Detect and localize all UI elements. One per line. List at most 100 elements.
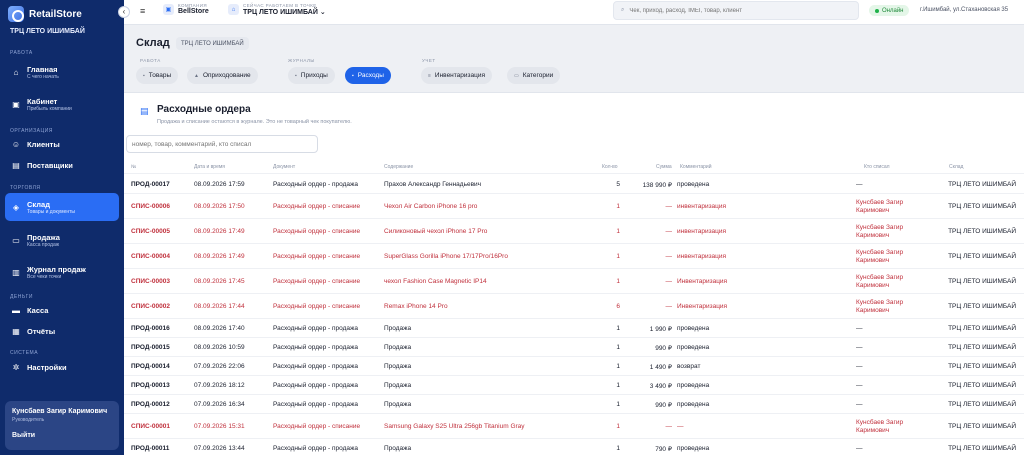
company-selector[interactable]: ▣ КОМПАНИЯ BellStore [163,3,209,15]
sidebar-item-cabinet[interactable]: ▣ Кабинет Прибыль компании [5,93,119,115]
cell-store: ТРЦ ЛЕТО ИШИМБАЙ [948,363,1016,370]
sidebar-item-reports[interactable]: ▦ Отчёты [5,324,119,338]
sidebar-item-suppliers[interactable]: ▤ Поставщики [5,158,119,172]
column-header[interactable]: Кто списал [864,164,890,170]
sidebar-item-home[interactable]: ⌂ Главная С чего начать [5,61,119,83]
column-header[interactable]: Склад [949,164,963,170]
global-search[interactable]: ⌕ [613,1,859,20]
column-header[interactable]: Сумма [656,164,672,170]
cell-number[interactable]: ПРОД-00012 [131,401,170,408]
cell-number[interactable]: СПИС-00006 [131,203,170,210]
cell-number[interactable]: ПРОД-00015 [131,344,170,351]
company-name: BellStore [178,8,209,15]
tab-outgoing[interactable]: ▪ Расходы [345,67,391,84]
cell-quantity: 1 [616,363,620,370]
column-header[interactable]: Содержание [384,164,413,170]
cell-store: ТРЦ ЛЕТО ИШИМБАЙ [948,344,1016,351]
sidebar-item-title: Продажа [27,232,60,242]
table-row[interactable]: ПРОД-00015 08.09.2026 10:59 Расходный орде… [124,338,1024,357]
cell-number[interactable]: СПИС-00001 [131,423,170,430]
cell-number[interactable]: СПИС-00003 [131,278,170,285]
cell-comment: проведена [677,382,710,389]
table-row[interactable]: ПРОД-00017 08.09.2026 17:59 Расходный орде… [124,175,1024,194]
global-search-input[interactable] [629,7,850,14]
cell-sum: — [665,228,673,235]
tab-label: Приходы [300,72,328,79]
table-row[interactable]: ПРОД-00016 08.09.2026 17:40 Расходный орде… [124,319,1024,338]
tab-goods[interactable]: ▪ Товары [136,67,179,84]
cell-number[interactable]: СПИС-00004 [131,253,170,260]
tab-inventory[interactable]: ≡ Инвентаризация [421,67,493,84]
cell-quantity: 1 [616,228,620,235]
tab-categories[interactable]: ▭ Категории [507,67,561,84]
sidebar-item-settings[interactable]: ✲ Настройки [5,360,119,374]
column-header[interactable]: Дата и время [194,164,225,170]
column-header[interactable]: Документ [273,164,295,170]
cell-sum: 790 ₽ [655,446,672,453]
cell-number[interactable]: ПРОД-00016 [131,325,170,332]
cell-date: 08.09.2026 17:49 [194,228,245,235]
point-selector[interactable]: ⌂ СЕЙЧАС РАБОТАЕМ В ТОЧКЕ ТРЦ ЛЕТО ИШИМБА… [228,3,326,16]
cell-number[interactable]: СПИС-00002 [131,303,170,310]
logout-button[interactable]: Выйти [12,432,112,439]
tab-label: Категории [522,72,554,79]
cell-content: Remax iPhone 14 Pro [384,303,448,310]
cell-sum: 990 ₽ [655,345,672,352]
cell-store: ТРЦ ЛЕТО ИШИМБАЙ [948,445,1016,452]
cell-number[interactable]: ПРОД-00013 [131,382,170,389]
filter-input[interactable] [126,135,318,153]
cell-comment: проведена [677,344,710,351]
cell-date: 08.09.2026 17:45 [194,278,245,285]
table-row[interactable]: ПРОД-00011 07.09.2026 13:44 Расходный орде… [124,439,1024,455]
cell-quantity: 6 [616,303,620,310]
column-header[interactable]: Комментарий [680,164,712,170]
cell-content: Продажа [384,344,412,351]
table-row[interactable]: ПРОД-00014 07.09.2026 22:06 Расходный орде… [124,357,1024,376]
sidebar: RetailStore ТРЦ ЛЕТО ИШИМБАЙ РАБОТА ⌂ Гл… [0,0,124,455]
cell-number[interactable]: ПРОД-00014 [131,363,170,370]
table-row[interactable]: СПИС-00005 08.09.2026 17:49 Расходный орде… [124,219,1024,244]
sidebar-item-cashbox[interactable]: ▬ Касса [5,303,119,317]
sidebar-item-sale[interactable]: ▭ Продажа Касса продаж [5,229,119,251]
cell-sum: — [665,203,673,210]
sidebar-item-sales-journal[interactable]: ▥ Журнал продаж Все чеки точки [5,261,119,283]
table-row[interactable]: ПРОД-00012 07.09.2026 16:34 Расходный орде… [124,395,1024,414]
tab-incoming[interactable]: ▪ Приходы [288,67,335,84]
brand[interactable]: RetailStore [8,6,82,22]
cell-date: 08.09.2026 17:40 [194,325,245,332]
cell-number[interactable]: ПРОД-00011 [131,445,169,452]
column-header[interactable]: Кол-во [602,164,618,170]
sidebar-item-warehouse[interactable]: ◈ Склад Товары и документы [5,193,119,221]
outgoing-icon: ▪ [352,72,354,79]
table-row[interactable]: СПИС-00002 08.09.2026 17:44 Расходный орде… [124,294,1024,319]
collapse-sidebar-button[interactable]: ‹ [118,6,130,18]
cell-document: Расходный ордер - списание [273,303,361,310]
cell-date: 08.09.2026 17:49 [194,253,245,260]
column-header[interactable]: № [131,164,136,170]
tab-receiving[interactable]: ▲ Оприходование [187,67,258,84]
cell-comment: проведена [677,445,710,452]
chevron-left-icon: ‹ [122,7,126,16]
cell-sum: 990 ₽ [655,402,672,409]
table-row[interactable]: СПИС-00003 08.09.2026 17:45 Расходный орде… [124,269,1024,294]
building-icon: ▣ [163,3,174,15]
sidebar-item-clients[interactable]: ☺ Клиенты [5,137,119,151]
cell-document: Расходный ордер - продажа [273,325,358,332]
table-row[interactable]: СПИС-00006 08.09.2026 17:50 Расходный орде… [124,194,1024,219]
cell-date: 07.09.2026 18:12 [194,382,245,389]
cell-number[interactable]: ПРОД-00017 [131,181,170,188]
cell-document: Расходный ордер - продажа [273,363,358,370]
table-row[interactable]: ПРОД-00013 07.09.2026 18:12 Расходный орде… [124,376,1024,395]
cell-comment: проведена [677,181,710,188]
table-row[interactable]: СПИС-00001 07.09.2026 15:31 Расходный орде… [124,414,1024,439]
menu-icon[interactable]: ≡ [140,6,145,16]
cell-date: 08.09.2026 10:59 [194,344,245,351]
sidebar-item-title: Поставщики [27,160,73,170]
table-row[interactable]: СПИС-00004 08.09.2026 17:49 Расходный орде… [124,244,1024,269]
store-icon: ⌂ [228,4,239,15]
cell-comment: возврат [677,363,701,370]
cell-quantity: 1 [616,445,620,452]
cell-number[interactable]: СПИС-00005 [131,228,170,235]
cell-date: 07.09.2026 13:44 [194,445,245,452]
group-label-work: РАБОТА [140,58,161,63]
